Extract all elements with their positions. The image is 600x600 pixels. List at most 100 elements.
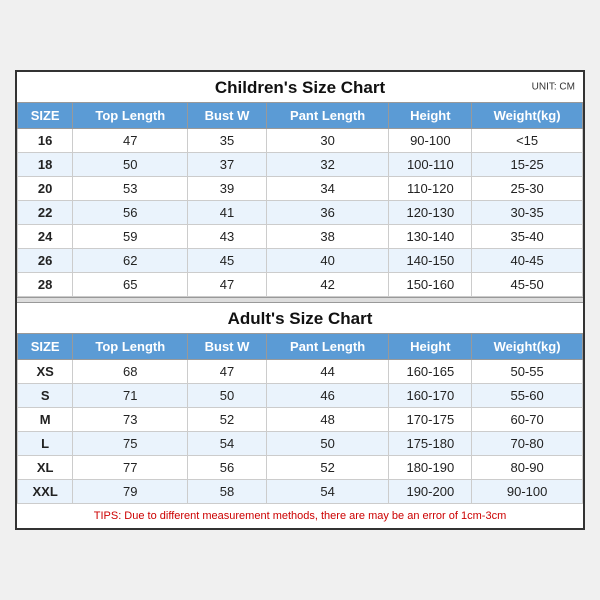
children-table: SIZE Top Length Bust W Pant Length Heigh… [17,102,583,297]
table-cell: 46 [266,384,389,408]
table-cell: L [18,432,73,456]
table-cell: 77 [73,456,188,480]
size-chart-container: Children's Size Chart UNIT: CM SIZE Top … [15,70,585,530]
table-cell: 70-80 [472,432,583,456]
table-cell: 25-30 [472,177,583,201]
table-cell: 36 [266,201,389,225]
table-cell: 41 [188,201,266,225]
table-cell: 56 [73,201,188,225]
table-cell: 180-190 [389,456,472,480]
table-cell: 62 [73,249,188,273]
table-cell: 130-140 [389,225,472,249]
table-cell: 16 [18,129,73,153]
table-cell: 30-35 [472,201,583,225]
table-cell: 160-170 [389,384,472,408]
table-cell: 55-60 [472,384,583,408]
table-cell: 59 [73,225,188,249]
table-cell: 54 [188,432,266,456]
adult-table: SIZE Top Length Bust W Pant Length Heigh… [17,333,583,504]
table-cell: 30 [266,129,389,153]
table-cell: 20 [18,177,73,201]
adult-title: Adult's Size Chart [228,309,373,328]
children-col-toplength: Top Length [73,103,188,129]
table-cell: 73 [73,408,188,432]
table-cell: 47 [188,360,266,384]
table-row: 28654742150-16045-50 [18,273,583,297]
adult-col-bustw: Bust W [188,334,266,360]
adult-header-row: SIZE Top Length Bust W Pant Length Heigh… [18,334,583,360]
children-header-row: SIZE Top Length Bust W Pant Length Heigh… [18,103,583,129]
table-cell: 45 [188,249,266,273]
tips-text: TIPS: Due to different measurement metho… [94,510,506,522]
children-col-size: SIZE [18,103,73,129]
adult-title-row: Adult's Size Chart [17,303,583,333]
tips-row: TIPS: Due to different measurement metho… [17,504,583,528]
table-row: 24594338130-14035-40 [18,225,583,249]
table-row: XS684744160-16550-55 [18,360,583,384]
table-cell: 26 [18,249,73,273]
table-cell: 50 [266,432,389,456]
table-row: XXL795854190-20090-100 [18,480,583,504]
table-cell: XS [18,360,73,384]
table-cell: 175-180 [389,432,472,456]
table-cell: 54 [266,480,389,504]
table-cell: 50 [73,153,188,177]
table-cell: 45-50 [472,273,583,297]
table-cell: 24 [18,225,73,249]
table-cell: 56 [188,456,266,480]
table-cell: 35-40 [472,225,583,249]
adult-col-weight: Weight(kg) [472,334,583,360]
table-cell: 160-165 [389,360,472,384]
table-cell: 37 [188,153,266,177]
table-cell: 170-175 [389,408,472,432]
table-cell: 190-200 [389,480,472,504]
table-cell: 50 [188,384,266,408]
table-cell: 60-70 [472,408,583,432]
table-cell: <15 [472,129,583,153]
table-row: 22564136120-13030-35 [18,201,583,225]
table-row: XL775652180-19080-90 [18,456,583,480]
table-row: 20533934110-12025-30 [18,177,583,201]
table-cell: 80-90 [472,456,583,480]
table-cell: 75 [73,432,188,456]
adult-col-toplength: Top Length [73,334,188,360]
table-cell: 47 [73,129,188,153]
children-col-height: Height [389,103,472,129]
table-cell: 79 [73,480,188,504]
table-cell: 22 [18,201,73,225]
table-row: S715046160-17055-60 [18,384,583,408]
table-row: 18503732100-11015-25 [18,153,583,177]
table-cell: 50-55 [472,360,583,384]
unit-label: UNIT: CM [532,82,575,93]
children-title: Children's Size Chart [215,78,385,97]
table-cell: 65 [73,273,188,297]
table-cell: 52 [188,408,266,432]
table-cell: 40 [266,249,389,273]
table-cell: 53 [73,177,188,201]
table-cell: 38 [266,225,389,249]
table-cell: 68 [73,360,188,384]
adult-col-size: SIZE [18,334,73,360]
table-cell: XL [18,456,73,480]
table-cell: M [18,408,73,432]
table-cell: 110-120 [389,177,472,201]
table-cell: 48 [266,408,389,432]
adult-col-height: Height [389,334,472,360]
table-cell: 90-100 [472,480,583,504]
table-cell: 43 [188,225,266,249]
table-cell: 44 [266,360,389,384]
table-cell: 140-150 [389,249,472,273]
children-col-weight: Weight(kg) [472,103,583,129]
table-cell: 71 [73,384,188,408]
table-cell: 42 [266,273,389,297]
children-col-bustw: Bust W [188,103,266,129]
adult-col-pantlength: Pant Length [266,334,389,360]
children-col-pantlength: Pant Length [266,103,389,129]
children-title-row: Children's Size Chart UNIT: CM [17,72,583,102]
table-cell: 100-110 [389,153,472,177]
table-cell: 15-25 [472,153,583,177]
table-cell: 150-160 [389,273,472,297]
table-cell: 28 [18,273,73,297]
table-cell: 120-130 [389,201,472,225]
table-cell: 18 [18,153,73,177]
